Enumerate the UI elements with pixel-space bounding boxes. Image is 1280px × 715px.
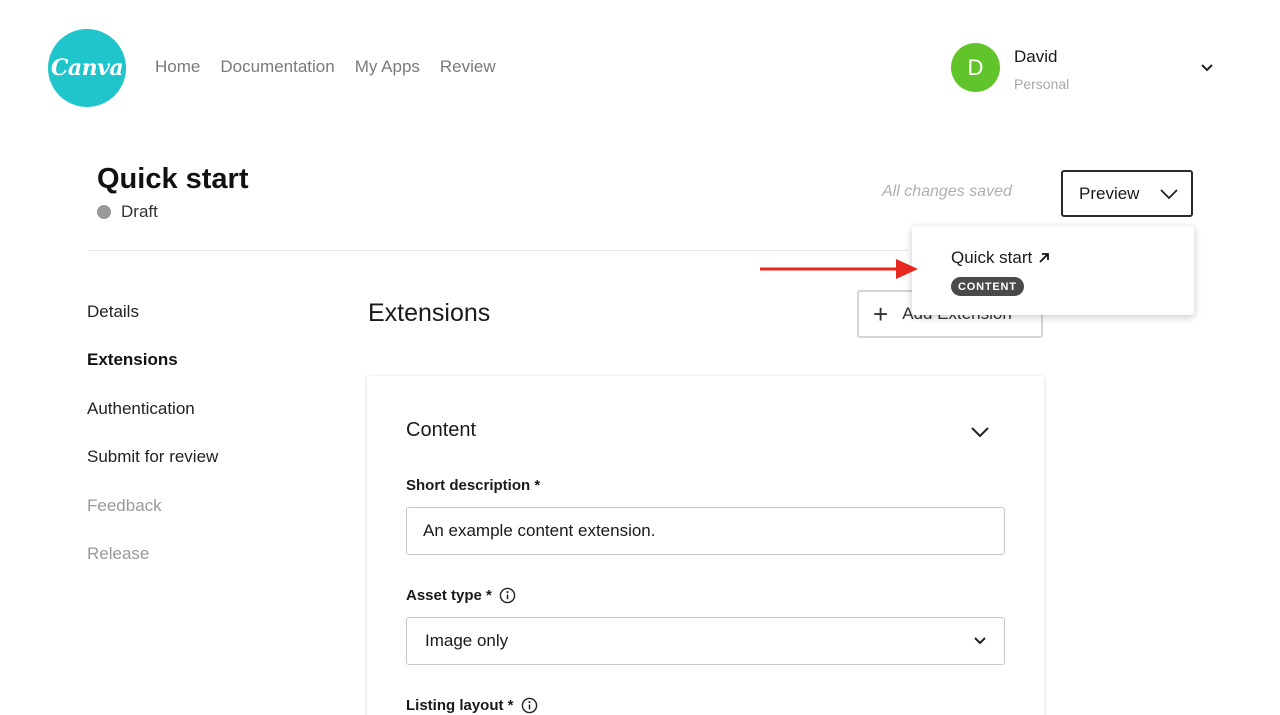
info-icon[interactable]	[499, 587, 516, 604]
nav-my-apps[interactable]: My Apps	[355, 57, 420, 77]
chevron-down-icon[interactable]	[970, 425, 990, 439]
sidebar-item-release: Release	[87, 543, 150, 563]
listing-layout-label-text: Listing layout *	[406, 697, 514, 714]
sidebar-item-feedback: Feedback	[87, 495, 162, 515]
sidebar-item-extensions[interactable]: Extensions	[87, 350, 218, 398]
sidebar-item-details[interactable]: Details	[87, 302, 218, 350]
preview-button[interactable]: Preview	[1061, 170, 1193, 217]
sidebar: Details Extensions Authentication Submit…	[87, 302, 218, 592]
card-title: Content	[406, 419, 477, 441]
info-icon[interactable]	[521, 697, 538, 714]
sidebar-item-submit-for-review[interactable]: Submit for review	[87, 447, 218, 495]
avatar: D	[951, 43, 1000, 92]
section-heading: Extensions	[368, 299, 491, 327]
short-description-input[interactable]	[406, 507, 1005, 555]
preview-menu-item-quick-start[interactable]: Quick start	[951, 248, 1050, 268]
preview-dropdown-menu: Quick start CONTENT	[912, 226, 1194, 315]
nav-home[interactable]: Home	[155, 57, 200, 77]
preview-button-label: Preview	[1079, 183, 1140, 203]
chevron-down-icon	[974, 637, 986, 645]
user-menu[interactable]: D David Personal	[951, 43, 1069, 92]
save-status: All changes saved	[882, 183, 1012, 200]
top-nav: Home Documentation My Apps Review	[155, 57, 496, 77]
nav-documentation[interactable]: Documentation	[220, 57, 334, 77]
asset-type-value: Image only	[425, 631, 509, 650]
user-name: David	[1014, 47, 1058, 66]
plus-icon: +	[873, 299, 889, 329]
canva-logo[interactable]: Canva	[48, 29, 126, 107]
preview-menu-item-label: Quick start	[951, 248, 1033, 267]
asset-type-label-text: Asset type *	[406, 587, 492, 604]
status-badge: Draft	[97, 202, 158, 222]
nav-review[interactable]: Review	[440, 57, 496, 77]
external-link-icon	[1039, 253, 1050, 263]
short-description-label-text: Short description *	[406, 477, 541, 494]
annotation-arrow-icon	[760, 259, 918, 279]
logo-text: Canva	[50, 55, 124, 81]
status-dot	[97, 205, 111, 219]
divider	[88, 250, 908, 251]
extension-card: Content Short description * Asset type *…	[367, 376, 1044, 715]
listing-layout-label: Listing layout *	[406, 697, 538, 714]
page-title: Quick start	[97, 163, 249, 195]
status-text: Draft	[121, 202, 158, 221]
chevron-down-icon	[1160, 189, 1178, 200]
asset-type-label: Asset type *	[406, 587, 516, 604]
asset-type-select[interactable]: Image only	[406, 617, 1005, 665]
sidebar-item-authentication[interactable]: Authentication	[87, 399, 218, 447]
chevron-down-icon[interactable]	[1199, 60, 1215, 76]
content-badge: CONTENT	[951, 277, 1024, 296]
short-description-label: Short description *	[406, 477, 540, 494]
user-account-type: Personal	[1014, 76, 1070, 92]
